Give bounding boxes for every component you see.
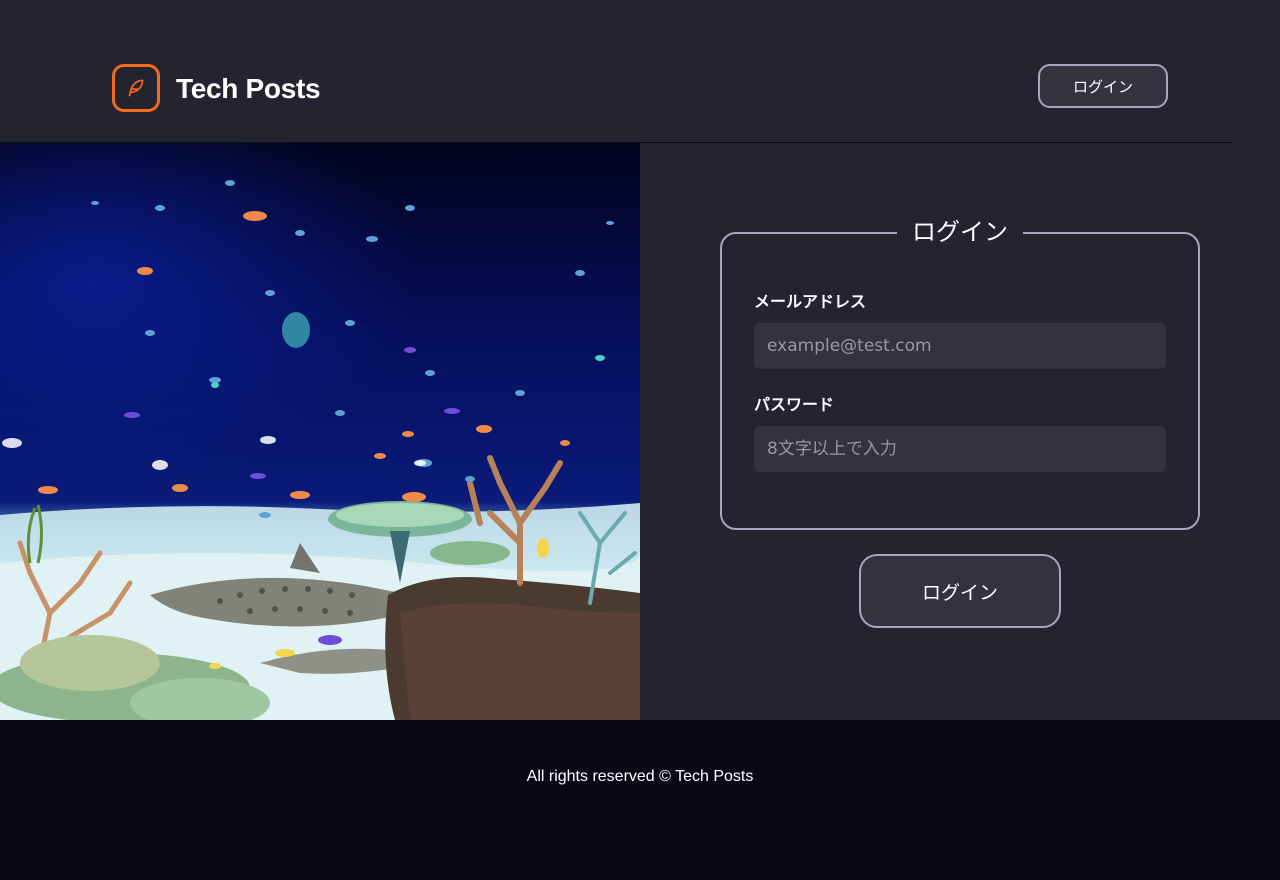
aquarium-hero-image [0, 143, 640, 720]
site-footer [0, 720, 1280, 880]
password-input[interactable] [754, 426, 1166, 472]
email-input[interactable] [754, 323, 1166, 369]
login-form-box [720, 232, 1200, 530]
login-submit-button[interactable]: ログイン [859, 554, 1061, 628]
logo-feather-icon[interactable] [112, 64, 160, 112]
brand-name[interactable]: Tech Posts [176, 72, 321, 106]
header-login-button[interactable]: ログイン [1038, 64, 1168, 108]
email-label: メールアドレス [754, 292, 867, 311]
password-label: パスワード [754, 395, 835, 414]
login-form-title: ログイン [897, 213, 1023, 251]
copyright-text: All rights reserved © Tech Posts [526, 768, 754, 785]
